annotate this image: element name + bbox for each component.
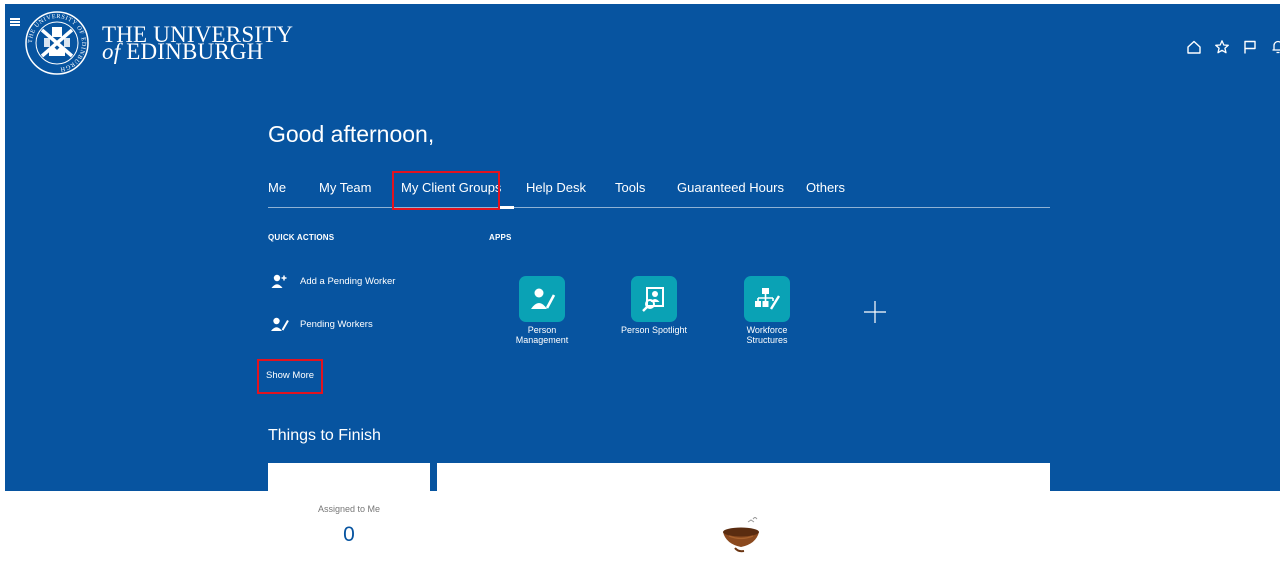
plus-icon[interactable]: [863, 300, 887, 324]
apps-heading: APPS: [489, 233, 512, 242]
app-label: Person Management: [515, 325, 569, 345]
tab-help-desk[interactable]: Help Desk: [526, 180, 586, 195]
quick-action-add-pending-worker[interactable]: Add a Pending Worker: [270, 273, 395, 289]
assigned-to-me-count: 0: [343, 523, 355, 546]
person-edit-icon: [531, 288, 556, 309]
global-header-icons: [1186, 39, 1285, 57]
greeting-text: Good afternoon,: [268, 121, 435, 147]
person-edit-icon: [271, 317, 289, 331]
university-crest-logo: THE UNIVERSITY OF EDINBURGH: [25, 11, 89, 75]
logo-text-line2: of EDINBURGH: [102, 39, 264, 64]
tab-tools[interactable]: Tools: [615, 180, 645, 195]
highlight-box-show-more: [257, 359, 323, 394]
app-label: Workforce Structures: [746, 325, 788, 345]
menu-icon[interactable]: [10, 18, 20, 26]
tab-my-team[interactable]: My Team: [319, 180, 372, 195]
quick-action-pending-workers[interactable]: Pending Workers: [270, 316, 373, 332]
things-to-finish-panel: [437, 463, 1050, 565]
bell-icon[interactable]: [1270, 39, 1285, 55]
home-icon[interactable]: [1186, 39, 1202, 55]
tabs-divider: [268, 207, 1050, 208]
app-person-spotlight[interactable]: Person Spotlight: [614, 276, 694, 335]
tab-me[interactable]: Me: [268, 180, 286, 195]
things-to-finish-title: Things to Finish: [268, 427, 381, 444]
app-tile: [631, 276, 677, 322]
assigned-to-me-label: Assigned to Me: [317, 504, 381, 514]
org-structure-icon: [755, 288, 781, 310]
star-icon[interactable]: [1214, 39, 1230, 55]
empty-nest-icon: [723, 517, 759, 553]
app-label: Person Spotlight: [620, 325, 688, 335]
logo-text-edinburgh: EDINBURGH: [126, 39, 264, 64]
flag-icon[interactable]: [1242, 39, 1258, 55]
person-spotlight-icon: [642, 287, 664, 312]
app-tile: [519, 276, 565, 322]
app-person-management[interactable]: Person Management: [502, 276, 582, 345]
assigned-to-me-card[interactable]: Assigned to Me 0: [268, 463, 430, 565]
quick-actions-heading: QUICK ACTIONS: [268, 233, 335, 242]
header-banner: [5, 4, 1280, 491]
active-tab-indicator: [500, 206, 514, 209]
app-tile: [744, 276, 790, 322]
add-person-icon: [271, 274, 287, 288]
tab-others[interactable]: Others: [806, 180, 845, 195]
quick-action-label: Add a Pending Worker: [300, 275, 396, 287]
highlight-box-tab: [392, 171, 500, 210]
tab-guaranteed-hours[interactable]: Guaranteed Hours: [677, 180, 784, 195]
quick-action-label: Pending Workers: [300, 318, 373, 330]
app-workforce-structures[interactable]: Workforce Structures: [727, 276, 807, 345]
logo-text-of: of: [102, 39, 121, 64]
